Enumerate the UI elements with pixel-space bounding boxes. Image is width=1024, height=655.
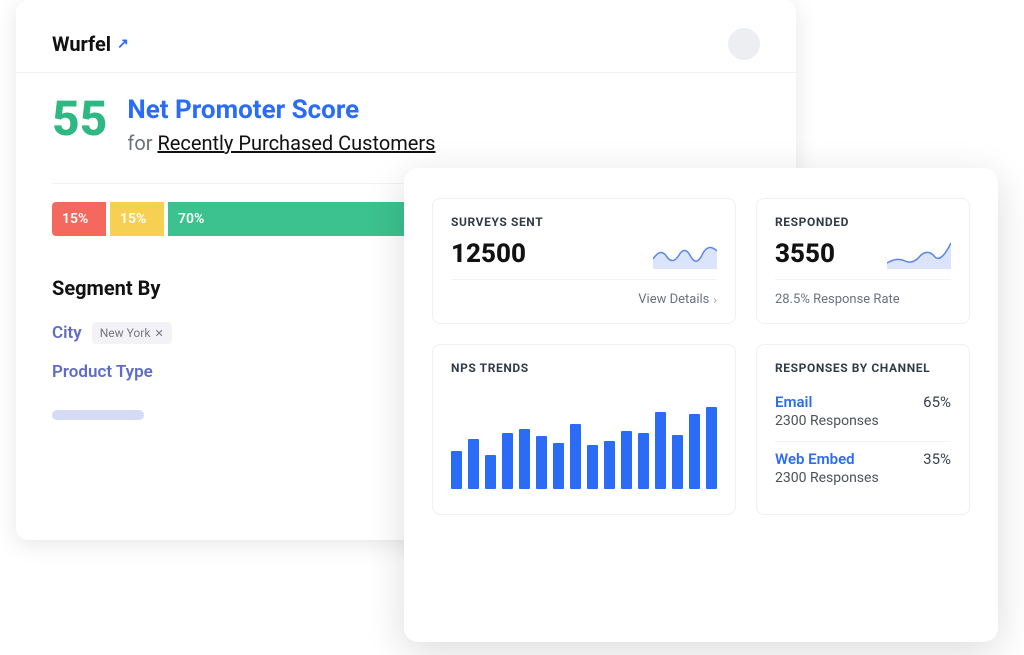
loading-placeholder — [52, 410, 144, 420]
trend-bar — [706, 407, 717, 489]
external-arrow-icon: ↗ — [117, 36, 129, 52]
nps-trends-chart — [451, 393, 717, 489]
trend-bar — [485, 455, 496, 489]
trend-bar — [587, 445, 598, 489]
view-details-link[interactable]: View Details › — [451, 279, 717, 307]
channel-email-pct: 65% — [923, 393, 951, 411]
stats-card: SURVEYS SENT 12500 View Details › RESPON… — [404, 168, 998, 642]
trend-bar — [553, 443, 564, 489]
trend-bar — [536, 436, 547, 489]
trend-bar — [468, 439, 479, 489]
trend-bar — [638, 433, 649, 489]
responded-sparkline — [887, 239, 951, 269]
close-icon[interactable]: ✕ — [154, 327, 163, 340]
surveys-value: 12500 — [451, 239, 526, 269]
trend-bar — [519, 429, 530, 489]
nps-sub-prefix: for — [127, 131, 157, 155]
channel-row-web[interactable]: Web Embed 2300 Responses 35% — [775, 442, 951, 498]
trend-bar — [502, 433, 513, 489]
header-divider — [16, 72, 796, 73]
section-divider — [52, 183, 412, 184]
brand-name: Wurfel — [52, 32, 111, 56]
trend-bar — [655, 412, 666, 489]
surveys-sparkline — [653, 239, 717, 269]
passives-segment: 15% — [110, 202, 164, 236]
header: Wurfel ↗ — [52, 28, 760, 72]
channel-email-sub: 2300 Responses — [775, 413, 879, 429]
channels-label: RESPONSES BY CHANNEL — [775, 361, 951, 375]
trend-bar — [621, 431, 632, 489]
nps-score: 55 — [52, 95, 107, 143]
nps-subtitle: for Recently Purchased Customers — [127, 131, 435, 155]
brand: Wurfel ↗ — [52, 32, 129, 56]
responses-by-channel-panel: RESPONSES BY CHANNEL Email 2300 Response… — [756, 344, 970, 515]
channel-row-email[interactable]: Email 2300 Responses 65% — [775, 385, 951, 441]
channel-email-name: Email — [775, 393, 879, 411]
segment-label-product: Product Type — [52, 362, 153, 382]
trend-bar — [451, 451, 462, 489]
promoters-segment: 70% — [168, 202, 412, 236]
channel-web-name: Web Embed — [775, 450, 879, 468]
filter-chip-newyork[interactable]: New York ✕ — [92, 322, 172, 344]
detractors-segment: 15% — [52, 202, 106, 236]
channel-web-pct: 35% — [923, 450, 951, 468]
responded-value: 3550 — [775, 239, 835, 269]
segment-label-city: City — [52, 323, 82, 343]
nps-distribution-bar: 15% 15% 70% — [52, 202, 412, 236]
response-rate: 28.5% Response Rate — [775, 279, 951, 307]
surveys-sent-panel: SURVEYS SENT 12500 View Details › — [432, 198, 736, 324]
trends-label: NPS TRENDS — [451, 361, 717, 375]
trend-bar — [604, 441, 615, 489]
responded-label: RESPONDED — [775, 215, 951, 229]
trend-bar — [672, 435, 683, 489]
chevron-right-icon: › — [713, 293, 717, 307]
responded-panel: RESPONDED 3550 28.5% Response Rate — [756, 198, 970, 324]
avatar[interactable] — [728, 28, 760, 60]
nps-trends-panel: NPS TRENDS — [432, 344, 736, 515]
surveys-label: SURVEYS SENT — [451, 215, 717, 229]
trend-bar — [689, 414, 700, 489]
channel-web-sub: 2300 Responses — [775, 470, 879, 486]
nps-heading: 55 Net Promoter Score for Recently Purch… — [52, 95, 760, 155]
nps-segment-link[interactable]: Recently Purchased Customers — [157, 131, 435, 155]
nps-title: Net Promoter Score — [127, 95, 435, 125]
trend-bar — [570, 424, 581, 489]
